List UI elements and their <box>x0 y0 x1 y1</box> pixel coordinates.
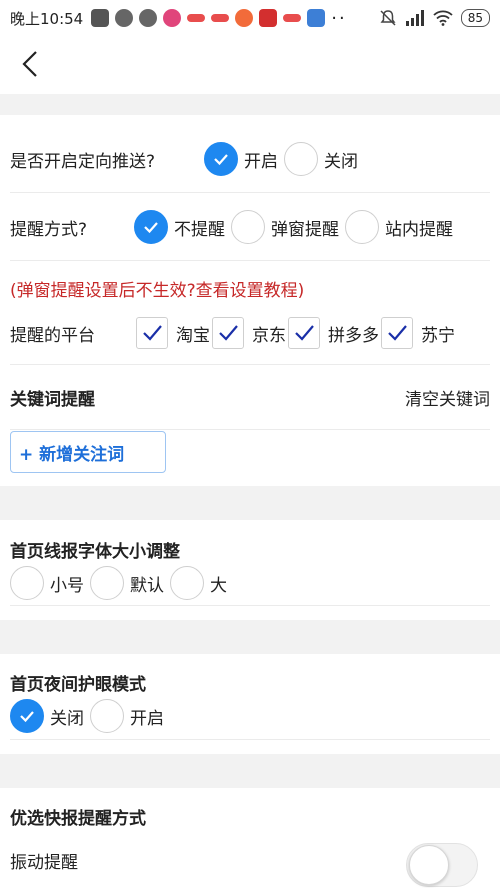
night-mode-title: 首页夜间护眼模式 <box>10 674 146 695</box>
platform-row: 提醒的平台 淘宝 京东 拼多多 苏宁 <box>10 315 490 351</box>
remind-row: 提醒方式? 不提醒 弹窗提醒 站内提醒 <box>10 209 490 245</box>
platform-jd-label[interactable]: 京东 <box>252 321 286 346</box>
status-right: 85 <box>379 9 490 27</box>
platform-pdd-label[interactable]: 拼多多 <box>328 321 379 346</box>
font-small-radio[interactable] <box>10 566 44 600</box>
toggle-knob <box>409 845 449 885</box>
back-arrow-icon[interactable] <box>16 48 46 80</box>
app-icon <box>187 14 206 22</box>
check-icon <box>295 325 314 341</box>
status-time: 晚上10:54 <box>10 9 84 28</box>
check-icon <box>219 325 238 341</box>
section-gap <box>0 620 500 654</box>
font-small-label[interactable]: 小号 <box>50 571 84 596</box>
platform-taobao-checkbox[interactable] <box>136 317 168 349</box>
app-icon <box>211 14 230 22</box>
settings-tutorial-link[interactable]: (弹窗提醒设置后不生效?查看设置教程) <box>10 276 304 301</box>
font-large-label[interactable]: 大 <box>210 571 227 596</box>
platform-label: 提醒的平台 <box>10 325 95 346</box>
divider <box>10 605 490 606</box>
remind-popup-label[interactable]: 弹窗提醒 <box>271 215 339 240</box>
night-on-radio[interactable] <box>90 699 124 733</box>
check-icon <box>388 325 407 341</box>
divider <box>10 429 490 430</box>
font-large-radio[interactable] <box>170 566 204 600</box>
remind-inapp-radio[interactable] <box>345 210 379 244</box>
check-icon <box>20 711 34 723</box>
app-icon <box>163 9 182 27</box>
font-default-label[interactable]: 默认 <box>130 571 164 596</box>
app-icon <box>235 9 254 27</box>
night-off-label[interactable]: 关闭 <box>50 704 84 729</box>
platform-suning-label[interactable]: 苏宁 <box>421 321 455 346</box>
night-mode-options: 关闭 开启 <box>10 698 490 734</box>
platform-suning-checkbox[interactable] <box>381 317 413 349</box>
platform-taobao-label[interactable]: 淘宝 <box>176 321 210 346</box>
remind-popup-radio[interactable] <box>231 210 265 244</box>
vibrate-toggle[interactable] <box>406 843 478 887</box>
wechat-icon <box>115 9 134 27</box>
remind-label: 提醒方式? <box>10 219 88 240</box>
push-option-on-radio[interactable] <box>204 142 238 176</box>
push-row: 是否开启定向推送? 开启 关闭 <box>10 141 490 177</box>
battery-icon: 85 <box>460 9 490 27</box>
platform-jd-checkbox[interactable] <box>212 317 244 349</box>
push-label: 是否开启定向推送? <box>10 151 156 172</box>
wechat-icon <box>139 9 158 27</box>
notification-icons: ·· <box>91 8 346 29</box>
divider <box>10 739 490 740</box>
more-dots-icon: ·· <box>331 7 347 29</box>
divider <box>10 192 490 193</box>
remind-inapp-label[interactable]: 站内提醒 <box>385 215 453 240</box>
remind-none-radio[interactable] <box>134 210 168 244</box>
remind-none-label[interactable]: 不提醒 <box>174 215 225 240</box>
divider <box>10 364 490 365</box>
clear-keywords-button[interactable]: 清空关键词 <box>405 385 490 410</box>
app-icon <box>259 9 278 27</box>
section-gap <box>0 754 500 788</box>
night-off-radio[interactable] <box>10 699 44 733</box>
platform-pdd-checkbox[interactable] <box>288 317 320 349</box>
divider <box>10 260 490 261</box>
push-option-off-radio[interactable] <box>284 142 318 176</box>
font-default-radio[interactable] <box>90 566 124 600</box>
section-gap <box>0 486 500 520</box>
app-icon <box>283 14 302 22</box>
vibrate-label: 振动提醒 <box>10 852 78 873</box>
check-icon <box>144 222 158 234</box>
mute-icon <box>380 10 396 26</box>
quick-remind-title: 优选快报提醒方式 <box>10 808 146 829</box>
signal-icon <box>405 10 424 26</box>
section-gap <box>0 94 500 115</box>
font-size-options: 小号 默认 大 <box>10 565 490 601</box>
keywords-header: 关键词提醒 清空关键词 <box>10 382 490 412</box>
status-bar: 晚上10:54 ·· 85 <box>0 0 500 36</box>
keywords-title: 关键词提醒 <box>10 389 95 410</box>
add-keyword-button[interactable]: + 新增关注词 <box>10 431 166 473</box>
app-icon <box>307 9 326 27</box>
font-size-title: 首页线报字体大小调整 <box>10 541 180 562</box>
check-icon <box>214 154 228 166</box>
push-option-off-label[interactable]: 关闭 <box>324 147 358 172</box>
push-option-on-label[interactable]: 开启 <box>244 147 278 172</box>
check-icon <box>143 325 162 341</box>
message-icon <box>91 9 110 27</box>
wifi-icon <box>433 10 453 26</box>
night-on-label[interactable]: 开启 <box>130 704 164 729</box>
